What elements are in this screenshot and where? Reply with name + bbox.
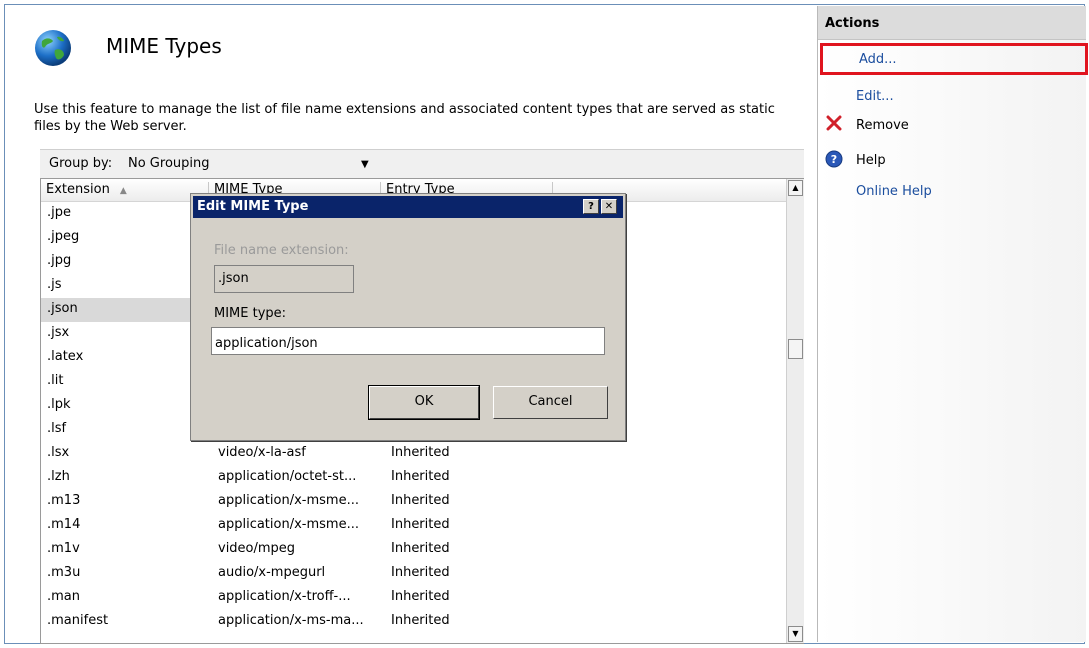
extension-cell: .m14 [47, 517, 81, 532]
entry-type-cell: Inherited [391, 445, 450, 460]
extension-cell: .lsf [47, 421, 67, 436]
add-action-link[interactable]: Add... [820, 43, 1088, 75]
page-description: Use this feature to manage the list of f… [34, 102, 775, 134]
actions-pane: Actions Add... Edit... Remove ? Help Onl… [817, 6, 1088, 642]
mime-type-cell: video/x-la-asf [218, 445, 306, 460]
table-row[interactable]: .m1v video/mpeg Inherited [41, 538, 786, 562]
extension-cell: .m3u [47, 565, 81, 580]
online-help-link[interactable]: Online Help [856, 184, 932, 199]
mime-type-cell: application/x-troff-... [218, 589, 351, 604]
page-title: MIME Types [106, 34, 222, 58]
sort-ascending-icon: ▲ [119, 186, 127, 196]
entry-type-cell: Inherited [391, 541, 450, 556]
vertical-scrollbar[interactable]: ▲ ▼ [786, 179, 804, 643]
chevron-down-icon: ▼ [361, 159, 369, 170]
extension-cell: .man [47, 589, 81, 604]
entry-type-cell: Inherited [391, 493, 450, 508]
help-icon[interactable]: ? [583, 199, 599, 214]
scroll-down-arrow-icon[interactable]: ▼ [788, 626, 803, 642]
entry-type-cell: Inherited [391, 517, 450, 532]
extension-cell: .js [47, 277, 62, 292]
table-row[interactable]: .lsx video/x-la-asf Inherited [41, 442, 786, 466]
remove-action-link[interactable]: Remove [856, 118, 909, 133]
mime-type-cell: application/x-msme... [218, 517, 359, 532]
mime-type-cell: video/mpeg [218, 541, 296, 556]
help-icon: ? [825, 150, 843, 168]
add-action-label: Add... [859, 52, 897, 67]
dialog-title: Edit MIME Type [197, 199, 309, 214]
globe-icon [35, 30, 71, 66]
extension-cell: .m1v [47, 541, 80, 556]
mime-type-cell: application/octet-st... [218, 469, 357, 484]
mime-type-field[interactable] [211, 327, 605, 355]
group-by-value: No Grouping [128, 156, 210, 171]
extension-cell: .lit [47, 373, 64, 388]
group-by-dropdown[interactable]: No Grouping ▼ [125, 154, 369, 174]
group-by-toolbar: Group by: No Grouping ▼ [40, 149, 804, 178]
extension-cell: .jsx [47, 325, 70, 340]
close-icon[interactable]: ✕ [601, 199, 617, 214]
extension-cell: .latex [47, 349, 84, 364]
scroll-up-arrow-icon[interactable]: ▲ [788, 180, 803, 196]
scroll-thumb[interactable] [788, 339, 803, 359]
column-header-extension[interactable]: Extension ▲ [41, 182, 209, 200]
dialog-titlebar[interactable]: Edit MIME Type ? ✕ [193, 196, 623, 218]
extension-cell: .jpg [47, 253, 72, 268]
table-row[interactable]: .manifest application/x-ms-ma... Inherited [41, 610, 786, 634]
table-row[interactable]: .lzh application/octet-st... Inherited [41, 466, 786, 490]
actions-header: Actions [818, 6, 1086, 40]
extension-cell: .lpk [47, 397, 71, 412]
entry-type-cell: Inherited [391, 613, 450, 628]
table-row[interactable]: .m3u audio/x-mpegurl Inherited [41, 562, 786, 586]
table-row[interactable]: .m13 application/x-msme... Inherited [41, 490, 786, 514]
edit-action-link[interactable]: Edit... [856, 89, 894, 104]
mime-type-cell: application/x-ms-ma... [218, 613, 364, 628]
extension-cell: .jpe [47, 205, 71, 220]
extension-cell: .lsx [47, 445, 70, 460]
edit-mime-type-dialog: Edit MIME Type ? ✕ File name extension: … [190, 193, 626, 441]
actions-title: Actions [825, 16, 880, 31]
svg-text:?: ? [831, 153, 837, 166]
group-by-label: Group by: [49, 156, 113, 171]
mime-type-label: MIME type: [214, 306, 287, 321]
entry-type-cell: Inherited [391, 469, 450, 484]
cancel-button[interactable]: Cancel [493, 386, 608, 419]
extension-cell: .jpeg [47, 229, 80, 244]
entry-type-cell: Inherited [391, 589, 450, 604]
ok-button[interactable]: OK [368, 385, 480, 420]
extension-cell: .m13 [47, 493, 81, 508]
entry-type-cell: Inherited [391, 565, 450, 580]
mime-type-cell: audio/x-mpegurl [218, 565, 326, 580]
extension-label: File name extension: [214, 243, 349, 258]
table-row[interactable]: .man application/x-troff-... Inherited [41, 586, 786, 610]
extension-cell: .json [41, 298, 209, 322]
extension-cell: .manifest [47, 613, 109, 628]
remove-x-icon [826, 115, 842, 131]
table-row[interactable]: .m14 application/x-msme... Inherited [41, 514, 786, 538]
column-header-label: Extension [46, 182, 110, 197]
help-action-link[interactable]: Help [856, 153, 886, 168]
extension-field: .json [214, 265, 354, 293]
mime-type-cell: application/x-msme... [218, 493, 359, 508]
extension-cell: .lzh [47, 469, 70, 484]
